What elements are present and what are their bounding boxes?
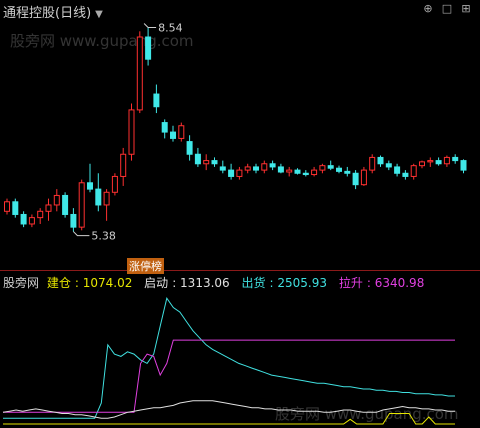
candle-body — [120, 153, 127, 177]
candle-body — [62, 194, 69, 215]
indicator-line-2 — [2, 400, 455, 419]
legend-label: 拉升 — [338, 276, 363, 290]
candle-body — [277, 166, 284, 173]
candle-body — [360, 169, 367, 186]
legend-label: 出货 — [241, 276, 266, 290]
candle-body — [435, 160, 442, 165]
candle-body — [128, 109, 135, 155]
candle-body — [236, 169, 243, 177]
candle-body — [286, 169, 293, 173]
chart-canvas: 8.54 5.38 — [2, 22, 467, 425]
candle-body — [219, 166, 226, 171]
legend-value: 1313.06 — [180, 276, 230, 290]
candle-body — [103, 191, 110, 206]
high-marker — [143, 23, 157, 29]
candle-body — [377, 156, 384, 165]
candle-body — [153, 93, 160, 108]
candle-body — [336, 167, 342, 172]
high-label: 8.54 — [158, 22, 183, 35]
indicator-legend: 股旁网 建仓: 1074.02 启动: 1313.06 出货: 2505.93 … — [3, 274, 432, 291]
candle-body — [319, 165, 326, 171]
legend-value: 6340.98 — [374, 276, 425, 290]
candle-body — [402, 172, 409, 177]
indicator-line-3 — [3, 413, 455, 425]
legend-chuhuo: 出货: 2505.93 — [241, 276, 328, 290]
indicator-line-1 — [3, 339, 455, 413]
low-label: 5.38 — [91, 230, 116, 243]
pane-separator — [0, 270, 480, 271]
candle-body — [28, 217, 35, 225]
candlestick-series — [4, 27, 467, 232]
candle-body — [410, 165, 417, 177]
legend-qidong: 启动: 1313.06 — [144, 276, 230, 290]
candle-body — [352, 172, 359, 186]
legend-value: 1074.02 — [82, 276, 133, 290]
candle-body — [203, 160, 210, 165]
legend-label: 建仓 — [46, 276, 71, 290]
candle-body — [261, 163, 268, 171]
candle-body — [170, 131, 176, 139]
candle-body — [12, 201, 19, 215]
low-marker — [73, 231, 90, 237]
candle-body — [443, 156, 450, 165]
candle-body — [4, 201, 10, 212]
candle-body — [37, 210, 44, 219]
candle-body — [95, 188, 102, 206]
candle-body — [161, 122, 168, 133]
candle-body — [70, 213, 77, 228]
indicator-lines — [2, 296, 455, 425]
candle-body — [385, 163, 392, 168]
candle-body — [253, 166, 259, 171]
candle-body — [145, 36, 152, 60]
candle-body — [186, 141, 193, 155]
candle-body — [452, 156, 459, 162]
candle-body — [194, 153, 201, 165]
candle-body — [87, 182, 93, 190]
legend-label: 启动 — [144, 276, 169, 290]
candle-body — [244, 166, 251, 171]
candle-body — [228, 169, 235, 177]
candle-body — [302, 172, 309, 176]
candle-body — [136, 36, 143, 111]
legend-lasheng: 拉升: 6340.98 — [338, 276, 425, 290]
candle-body — [394, 166, 401, 174]
legend-value: 2505.93 — [277, 276, 327, 290]
candle-body — [211, 160, 218, 165]
indicator-name[interactable]: 股旁网 — [3, 276, 39, 290]
candle-body — [311, 169, 318, 176]
limit-up-badge[interactable]: 涨停榜 — [127, 258, 164, 274]
candle-body — [344, 170, 351, 174]
candle-body — [111, 175, 118, 193]
candle-body — [178, 125, 185, 139]
candle-body — [419, 161, 425, 167]
candle-body — [327, 165, 334, 169]
candle-body — [20, 213, 27, 225]
candle-body — [269, 163, 276, 168]
candle-body — [294, 169, 301, 174]
candle-body — [53, 194, 60, 206]
legend-jiancang: 建仓: 1074.02 — [46, 276, 133, 290]
candle-body — [78, 182, 85, 228]
candle-body — [369, 156, 376, 171]
candle-body — [427, 160, 434, 163]
candle-body — [45, 204, 52, 212]
indicator-line-0 — [3, 296, 455, 419]
candle-body — [460, 160, 467, 171]
